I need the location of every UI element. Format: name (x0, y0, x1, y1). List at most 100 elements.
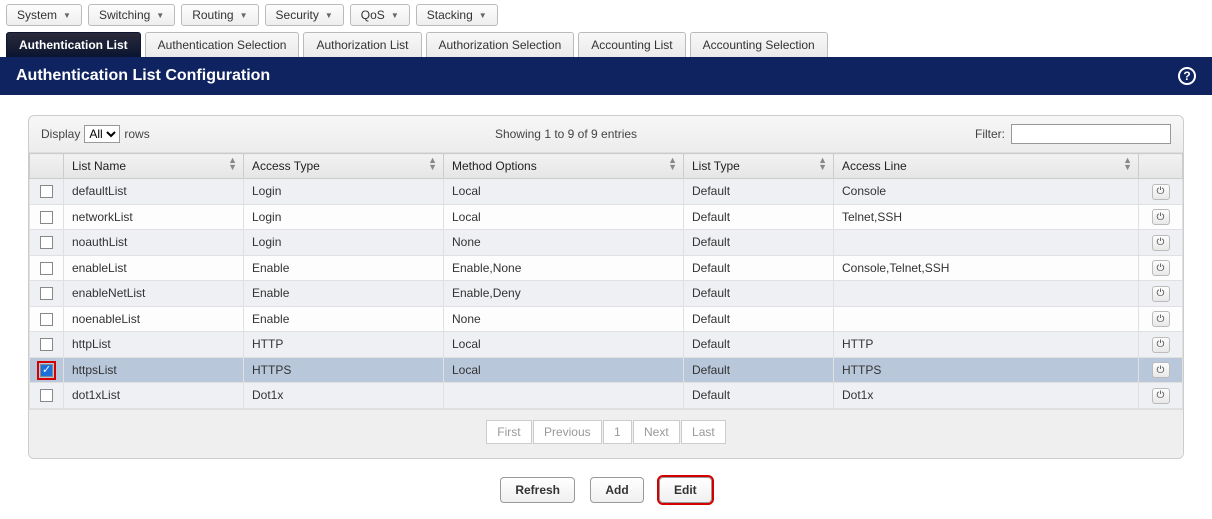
cell-type: Default (684, 204, 834, 230)
menu-switching[interactable]: Switching▼ (88, 4, 175, 26)
top-menu-bar: System▼Switching▼Routing▼Security▼QoS▼St… (0, 0, 1212, 30)
table-row[interactable]: enableNetListEnableEnable,DenyDefault⏻ (30, 281, 1183, 307)
chevron-down-icon: ▼ (391, 11, 399, 20)
cell-type: Default (684, 179, 834, 205)
chevron-down-icon: ▼ (479, 11, 487, 20)
refresh-button[interactable]: Refresh (500, 477, 575, 503)
menu-routing[interactable]: Routing▼ (181, 4, 258, 26)
cell-line: Dot1x (834, 383, 1139, 409)
pager-page[interactable]: 1 (603, 420, 632, 444)
add-button[interactable]: Add (590, 477, 643, 503)
row-checkbox[interactable] (40, 313, 53, 326)
tab-authentication-list[interactable]: Authentication List (6, 32, 141, 57)
cell-type: Default (684, 357, 834, 383)
cell-name: httpsList (64, 357, 244, 383)
column-header-method-options[interactable]: Method Options▲▼ (444, 154, 684, 179)
menu-system[interactable]: System▼ (6, 4, 82, 26)
row-checkbox[interactable] (40, 185, 53, 198)
cell-access: Dot1x (244, 383, 444, 409)
power-icon[interactable]: ⏻ (1152, 235, 1170, 251)
cell-method: Local (444, 204, 684, 230)
menu-label: QoS (361, 8, 385, 22)
power-icon[interactable]: ⏻ (1152, 184, 1170, 200)
row-checkbox[interactable] (40, 262, 53, 275)
edit-button[interactable]: Edit (659, 477, 712, 503)
tab-accounting-selection[interactable]: Accounting Selection (690, 32, 828, 57)
power-icon[interactable]: ⏻ (1152, 260, 1170, 276)
tab-authorization-selection[interactable]: Authorization Selection (426, 32, 575, 57)
rows-label: rows (124, 127, 149, 141)
table-row[interactable]: noenableListEnableNoneDefault⏻ (30, 306, 1183, 332)
table-row[interactable]: httpsListHTTPSLocalDefaultHTTPS⏻ (30, 357, 1183, 383)
table-row[interactable]: defaultListLoginLocalDefaultConsole ⏻ (30, 179, 1183, 205)
cell-line: Console (834, 179, 1139, 205)
column-header-list-name[interactable]: List Name▲▼ (64, 154, 244, 179)
cell-type: Default (684, 281, 834, 307)
table-row[interactable]: noauthListLoginNoneDefault⏻ (30, 230, 1183, 256)
cell-type: Default (684, 306, 834, 332)
pager-first[interactable]: First (486, 420, 531, 444)
power-icon[interactable]: ⏻ (1152, 209, 1170, 225)
pager-last[interactable]: Last (681, 420, 726, 444)
sort-icon[interactable]: ▲▼ (228, 157, 237, 171)
sort-icon[interactable]: ▲▼ (818, 157, 827, 171)
power-icon[interactable]: ⏻ (1152, 337, 1170, 353)
sort-icon[interactable]: ▲▼ (1123, 157, 1132, 171)
menu-stacking[interactable]: Stacking▼ (416, 4, 498, 26)
power-icon[interactable]: ⏻ (1152, 311, 1170, 327)
cell-method: Enable,Deny (444, 281, 684, 307)
tab-authorization-list[interactable]: Authorization List (303, 32, 421, 57)
chevron-down-icon: ▼ (240, 11, 248, 20)
row-checkbox[interactable] (40, 389, 53, 402)
sort-icon[interactable]: ▲▼ (428, 157, 437, 171)
cell-access: HTTPS (244, 357, 444, 383)
cell-method: None (444, 306, 684, 332)
filter-input[interactable] (1011, 124, 1171, 144)
cell-name: noenableList (64, 306, 244, 332)
filter-label: Filter: (975, 127, 1005, 141)
row-checkbox[interactable] (40, 236, 53, 249)
table-row[interactable]: networkListLoginLocalDefaultTelnet,SSH ⏻ (30, 204, 1183, 230)
cell-method: None (444, 230, 684, 256)
tab-bar: Authentication ListAuthentication Select… (0, 30, 1212, 57)
cell-access: Login (244, 179, 444, 205)
cell-type: Default (684, 332, 834, 358)
pager: First Previous 1 Next Last (29, 409, 1183, 458)
pager-next[interactable]: Next (633, 420, 680, 444)
column-header-select[interactable] (30, 154, 64, 179)
row-checkbox[interactable] (40, 338, 53, 351)
help-icon[interactable]: ? (1178, 67, 1196, 85)
row-checkbox[interactable] (40, 287, 53, 300)
power-icon[interactable]: ⏻ (1152, 362, 1170, 378)
row-checkbox[interactable] (40, 364, 53, 377)
cell-access: Login (244, 204, 444, 230)
table-row[interactable]: httpListHTTPLocalDefaultHTTP⏻ (30, 332, 1183, 358)
cell-access: Enable (244, 255, 444, 281)
table-row[interactable]: dot1xListDot1xDefaultDot1x⏻ (30, 383, 1183, 409)
cell-name: noauthList (64, 230, 244, 256)
column-header-action (1139, 154, 1183, 179)
menu-label: Security (276, 8, 319, 22)
power-icon[interactable]: ⏻ (1152, 388, 1170, 404)
cell-line: Telnet,SSH (834, 204, 1139, 230)
pager-prev[interactable]: Previous (533, 420, 602, 444)
cell-method: Local (444, 179, 684, 205)
row-checkbox[interactable] (40, 211, 53, 224)
cell-name: enableNetList (64, 281, 244, 307)
column-header-list-type[interactable]: List Type▲▼ (684, 154, 834, 179)
table-row[interactable]: enableListEnableEnable,NoneDefaultConsol… (30, 255, 1183, 281)
cell-name: httpList (64, 332, 244, 358)
menu-qos[interactable]: QoS ▼ (350, 4, 410, 26)
sort-icon[interactable]: ▲▼ (668, 157, 677, 171)
tab-accounting-list[interactable]: Accounting List (578, 32, 685, 57)
column-header-access-line[interactable]: Access Line▲▼ (834, 154, 1139, 179)
menu-security[interactable]: Security▼ (265, 4, 344, 26)
display-rows-select[interactable]: All (84, 125, 120, 143)
cell-line: Console,Telnet,SSH (834, 255, 1139, 281)
column-header-access-type[interactable]: Access Type▲▼ (244, 154, 444, 179)
cell-access: HTTP (244, 332, 444, 358)
cell-name: networkList (64, 204, 244, 230)
cell-name: defaultList (64, 179, 244, 205)
power-icon[interactable]: ⏻ (1152, 286, 1170, 302)
tab-authentication-selection[interactable]: Authentication Selection (145, 32, 300, 57)
